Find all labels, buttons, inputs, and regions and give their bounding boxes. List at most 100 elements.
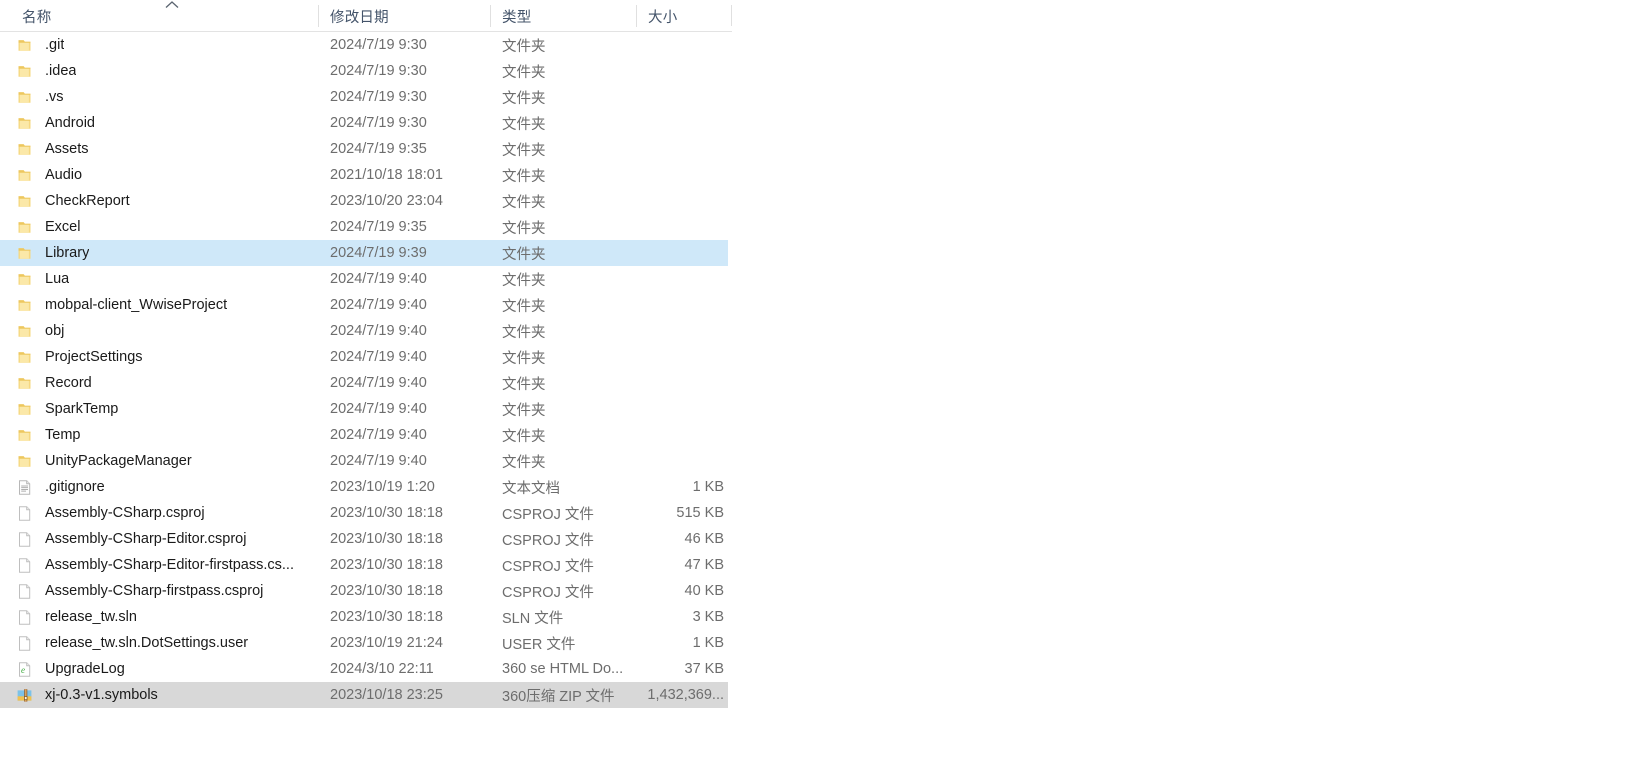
file-list-row[interactable]: CheckReport 2023/10/20 23:04 文件夹 xyxy=(0,188,728,214)
file-list-row[interactable]: SparkTemp 2024/7/19 9:40 文件夹 xyxy=(0,396,728,422)
cell-name[interactable]: release_tw.sln xyxy=(16,604,318,630)
cell-type: 文件夹 xyxy=(502,272,546,289)
cell-name[interactable]: Audio xyxy=(16,162,318,188)
cell-date-modified: 2024/7/19 9:35 xyxy=(330,219,427,235)
file-list-row[interactable]: .gitignore 2023/10/19 1:20 文本文档 1 KB xyxy=(0,474,728,500)
cell-name[interactable]: ProjectSettings xyxy=(16,344,318,370)
cell-size xyxy=(620,422,732,448)
cell-type: 文件夹 xyxy=(502,142,546,159)
cell-name[interactable]: Assembly-CSharp.csproj xyxy=(16,500,318,526)
folder-icon xyxy=(16,271,33,288)
cell-size: 3 KB xyxy=(692,609,724,625)
cell-name[interactable]: mobpal-client_WwiseProject xyxy=(16,292,318,318)
cell-name[interactable]: xj-0.3-v1.symbols xyxy=(16,682,318,708)
cell-name[interactable]: release_tw.sln.DotSettings.user xyxy=(16,630,318,656)
file-list-row[interactable]: Android 2024/7/19 9:30 文件夹 xyxy=(0,110,728,136)
column-header-name[interactable]: 名称 xyxy=(10,0,318,32)
cell-type: 文件夹 xyxy=(502,298,546,315)
cell-name[interactable]: CheckReport xyxy=(16,188,318,214)
html-doc-icon: e xyxy=(16,661,33,678)
cell-name[interactable]: .gitignore xyxy=(16,474,318,500)
file-list-row[interactable]: Excel 2024/7/19 9:35 文件夹 xyxy=(0,214,728,240)
cell-name[interactable]: Android xyxy=(16,110,318,136)
cell-type: 文件夹 xyxy=(502,402,546,419)
file-list-row[interactable]: e UpgradeLog 2024/3/10 22:11 360 se HTML Do… xyxy=(0,656,728,682)
file-name-label: Temp xyxy=(45,427,81,443)
cell-size xyxy=(620,214,732,240)
file-list-row[interactable]: Audio 2021/10/18 18:01 文件夹 xyxy=(0,162,728,188)
cell-name[interactable]: SparkTemp xyxy=(16,396,318,422)
column-header-size-label: 大小 xyxy=(648,9,678,26)
cell-name[interactable]: .git xyxy=(16,32,318,58)
cell-date-modified: 2024/7/19 9:30 xyxy=(330,37,427,53)
file-list-row[interactable]: .vs 2024/7/19 9:30 文件夹 xyxy=(0,84,728,110)
cell-date-modified: 2024/7/19 9:30 xyxy=(330,89,427,105)
file-list-row[interactable]: xj-0.3-v1.symbols 2023/10/18 23:25 360压缩 Z… xyxy=(0,682,728,708)
file-list-row[interactable]: Assembly-CSharp-Editor.csproj 2023/10/30 … xyxy=(0,526,728,552)
cell-name[interactable]: Assembly-CSharp-Editor-firstpass.cs... xyxy=(16,552,318,578)
file-list-row[interactable]: Temp 2024/7/19 9:40 文件夹 xyxy=(0,422,728,448)
file-name-label: Audio xyxy=(45,167,83,183)
file-name-label: UnityPackageManager xyxy=(45,453,192,469)
file-name-label: Record xyxy=(45,375,92,391)
file-list-row[interactable]: Assets 2024/7/19 9:35 文件夹 xyxy=(0,136,728,162)
cell-date-modified: 2024/7/19 9:40 xyxy=(330,401,427,417)
column-header-size[interactable]: 大小 xyxy=(636,0,732,32)
cell-date-modified: 2023/10/18 23:25 xyxy=(330,687,443,703)
cell-name[interactable]: Library xyxy=(16,240,318,266)
file-list-row[interactable]: Assembly-CSharp-firstpass.csproj 2023/10/… xyxy=(0,578,728,604)
cell-type: SLN 文件 xyxy=(502,610,564,627)
cell-name[interactable]: Temp xyxy=(16,422,318,448)
file-list-row[interactable]: Library 2024/7/19 9:39 文件夹 xyxy=(0,240,728,266)
file-list-row[interactable]: UnityPackageManager 2024/7/19 9:40 文件夹 xyxy=(0,448,728,474)
file-list-row[interactable]: .git 2024/7/19 9:30 文件夹 xyxy=(0,32,728,58)
cell-name[interactable]: .vs xyxy=(16,84,318,110)
cell-name[interactable]: e UpgradeLog xyxy=(16,656,318,682)
cell-name[interactable]: Excel xyxy=(16,214,318,240)
file-list-row[interactable]: Record 2024/7/19 9:40 文件夹 xyxy=(0,370,728,396)
folder-icon xyxy=(16,37,33,54)
cell-name[interactable]: Assets xyxy=(16,136,318,162)
folder-icon xyxy=(16,427,33,444)
file-name-label: obj xyxy=(45,323,65,339)
cell-size xyxy=(620,58,732,84)
cell-name[interactable]: UnityPackageManager xyxy=(16,448,318,474)
file-name-label: release_tw.sln xyxy=(45,609,137,625)
cell-name[interactable]: Assembly-CSharp-Editor.csproj xyxy=(16,526,318,552)
file-name-label: Lua xyxy=(45,271,70,287)
file-list-row[interactable]: Assembly-CSharp.csproj 2023/10/30 18:18 CS… xyxy=(0,500,728,526)
file-list-row[interactable]: mobpal-client_WwiseProject 2024/7/19 9:40… xyxy=(0,292,728,318)
file-list-row[interactable]: Assembly-CSharp-Editor-firstpass.cs... 20… xyxy=(0,552,728,578)
cell-type: 文件夹 xyxy=(502,64,546,81)
folder-icon xyxy=(16,401,33,418)
cell-type: CSPROJ 文件 xyxy=(502,584,594,601)
folder-icon xyxy=(16,375,33,392)
cell-name[interactable]: .idea xyxy=(16,58,318,84)
column-header-row: 名称 修改日期 类型 大小 xyxy=(0,0,732,32)
blank-file-icon xyxy=(16,557,33,574)
column-header-type[interactable]: 类型 xyxy=(490,0,636,32)
file-list-row[interactable]: obj 2024/7/19 9:40 文件夹 xyxy=(0,318,728,344)
cell-type: 文件夹 xyxy=(502,90,546,107)
file-list-row[interactable]: Lua 2024/7/19 9:40 文件夹 xyxy=(0,266,728,292)
cell-size: 47 KB xyxy=(684,557,725,573)
file-name-label: Android xyxy=(45,115,95,131)
file-list-row[interactable]: .idea 2024/7/19 9:30 文件夹 xyxy=(0,58,728,84)
file-list-row[interactable]: ProjectSettings 2024/7/19 9:40 文件夹 xyxy=(0,344,728,370)
folder-icon xyxy=(16,323,33,340)
file-name-label: Library xyxy=(45,245,90,261)
cell-type: CSPROJ 文件 xyxy=(502,506,594,523)
svg-text:e: e xyxy=(21,665,25,675)
cell-type: 文件夹 xyxy=(502,194,546,211)
column-header-date-modified[interactable]: 修改日期 xyxy=(318,0,490,32)
cell-name[interactable]: Lua xyxy=(16,266,318,292)
cell-type: 文件夹 xyxy=(502,38,546,55)
cell-type: 文件夹 xyxy=(502,428,546,445)
file-list-row[interactable]: release_tw.sln.DotSettings.user 2023/10/1… xyxy=(0,630,728,656)
cell-name[interactable]: Assembly-CSharp-firstpass.csproj xyxy=(16,578,318,604)
cell-name[interactable]: Record xyxy=(16,370,318,396)
cell-size: 46 KB xyxy=(684,531,725,547)
file-name-label: .vs xyxy=(45,89,64,105)
cell-name[interactable]: obj xyxy=(16,318,318,344)
file-list-row[interactable]: release_tw.sln 2023/10/30 18:18 SLN 文件 3 KB xyxy=(0,604,728,630)
